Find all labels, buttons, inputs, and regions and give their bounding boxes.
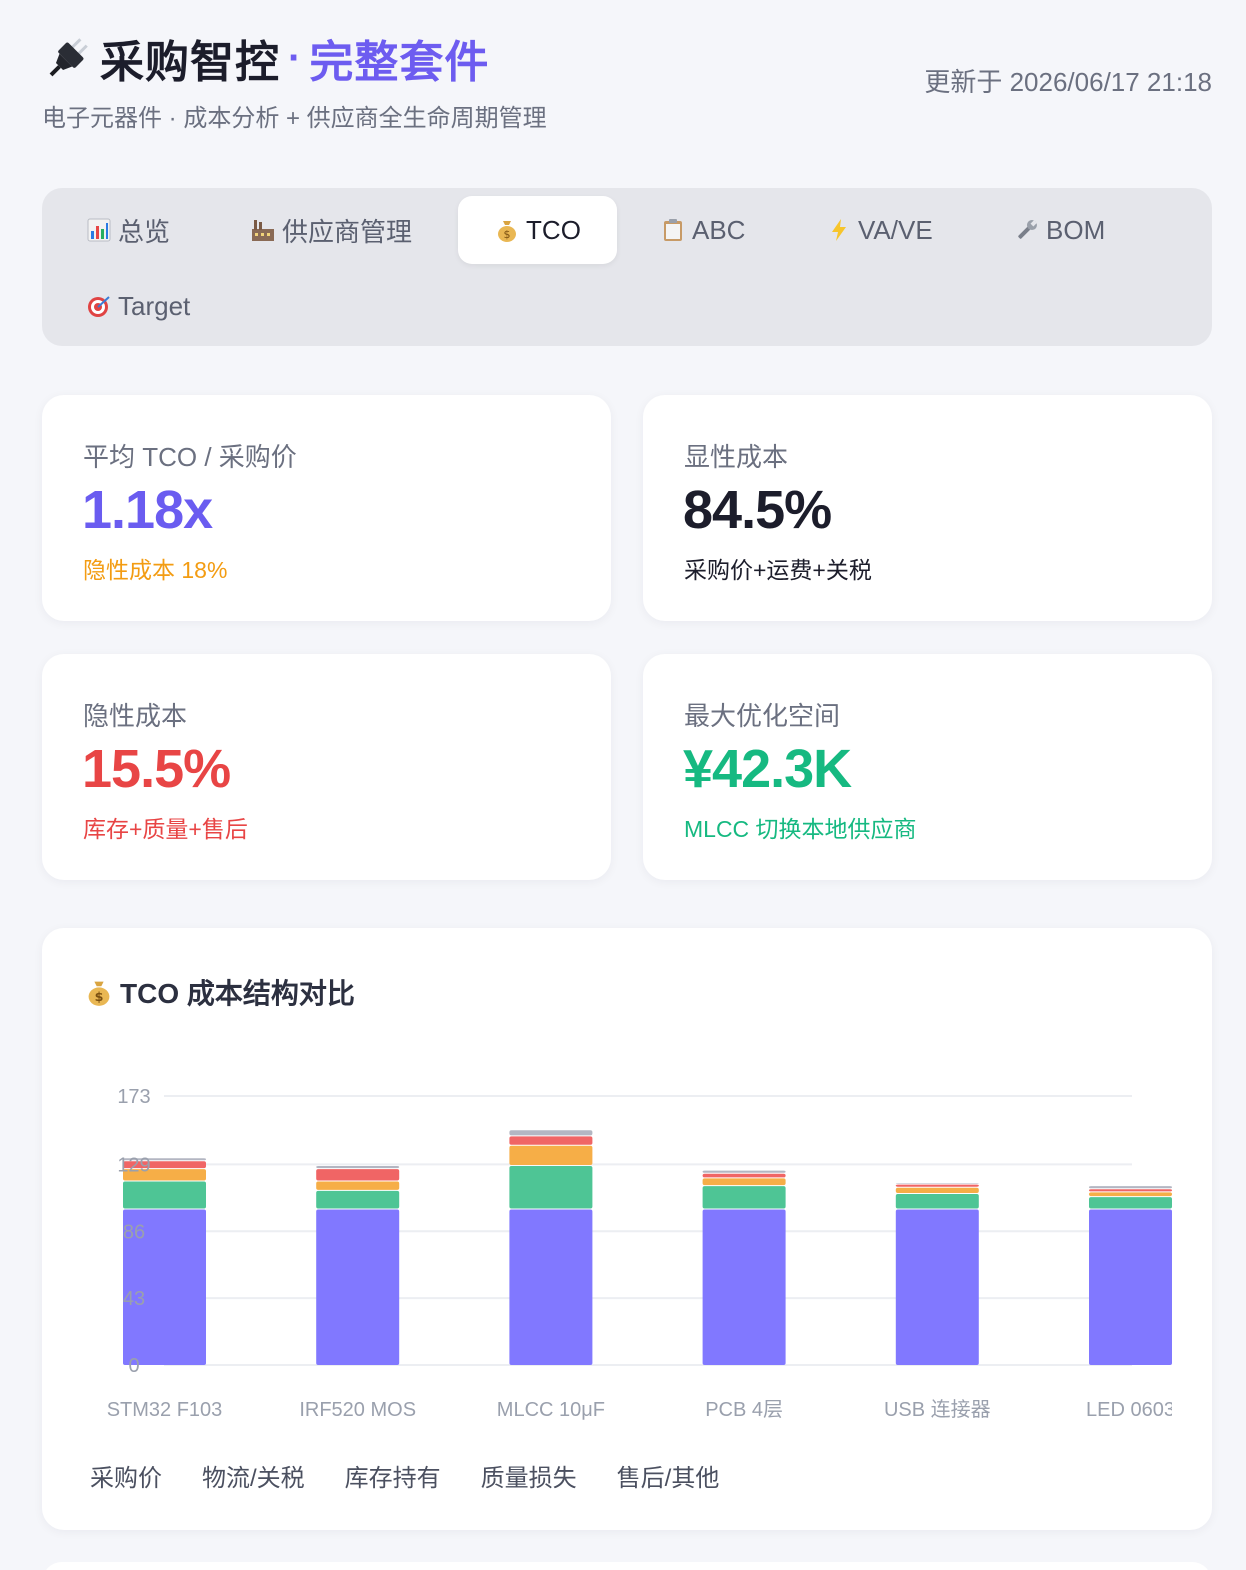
tab-label: 总览 [118,216,171,247]
kpi-value: 1.18x [82,480,213,540]
bar-segment[interactable] [702,1173,786,1178]
kpi-note: MLCC 切换本地供应商 [684,816,917,842]
x-tick-label: PCB 4层 [705,1399,783,1421]
tab-label: ABC [692,214,746,245]
x-tick-label: IRF520 MOS [299,1399,416,1421]
bar-segment[interactable] [316,1209,400,1365]
bar-segment[interactable] [1089,1189,1172,1192]
bar-segment[interactable] [509,1136,593,1145]
last-updated: 更新于 2026/06/17 21:18 [924,67,1212,97]
factory-icon [252,220,274,241]
tab-label: 供应商管理 [282,216,413,247]
tab-target[interactable]: Target [72,272,204,340]
kpi-label: 显性成本 [684,442,789,472]
kpi-note: 采购价+运费+关税 [684,557,872,583]
tab-label: VA/VE [858,214,933,245]
target-icon [88,296,110,317]
bar-segment[interactable] [1089,1186,1172,1189]
money-bag-icon: $ [498,221,517,242]
tab-overview[interactable]: 总览 [72,196,184,264]
kpi-value: 84.5% [683,480,832,540]
next-section-card [42,1562,1212,1570]
wrench-icon [1018,220,1037,239]
bar-segment[interactable] [702,1186,786,1209]
tab-label: BOM [1046,214,1106,245]
kpi-value: ¥42.3K [683,739,852,799]
app-subtitle: 电子元器件 · 成本分析 + 供应商全生命周期管理 [42,105,547,132]
bar-segment[interactable] [895,1209,979,1365]
tab-label: Target [118,290,191,321]
tco-chart-card: $ TCO 成本结构对比 STM32 F103 IRF520 MOS MLCC 10… [42,928,1212,1530]
bar-segment[interactable] [509,1209,593,1365]
tab-tco[interactable]: $ TCO [458,196,617,264]
bar-segment[interactable] [509,1145,593,1165]
x-tick-label: LED 0603 [1086,1399,1172,1421]
bar-segment[interactable] [895,1184,979,1187]
bar-segment[interactable] [1089,1197,1172,1209]
bar-segment[interactable] [316,1190,400,1209]
tab-bom[interactable]: BOM [1000,196,1119,264]
kpi-value: 15.5% [82,739,231,799]
kpi-label: 最大优化空间 [684,701,841,731]
clipboard-icon [664,219,682,241]
plug-icon [49,38,88,77]
kpi-card-hidden-cost: 隐性成本 15.5% 库存+质量+售后 [42,654,611,880]
bar-segment[interactable] [702,1209,786,1365]
y-tick-label: 86 [123,1221,145,1243]
bar-chart-icon [87,218,111,242]
kpi-label: 隐性成本 [83,701,188,731]
legend-item-aftersales[interactable]: 售后/其他 [617,1458,720,1493]
y-tick-label: 0 [128,1355,139,1377]
tab-abc[interactable]: ABC [646,196,759,264]
bar-segment[interactable] [316,1165,400,1169]
kpi-card-avg-tco: 平均 TCO / 采购价 1.18x 隐性成本 18% [42,395,611,621]
y-tick-label: 173 [117,1086,150,1108]
legend-item-quality[interactable]: 质量损失 [481,1458,577,1493]
bar-segment[interactable] [895,1183,979,1184]
bar-segment[interactable] [1089,1209,1172,1365]
bar-segment[interactable] [509,1165,593,1209]
x-tick-label: STM32 F103 [107,1399,223,1421]
bar-segment[interactable] [316,1181,400,1190]
bar-segment[interactable] [895,1193,979,1209]
bar-segment[interactable] [316,1169,400,1181]
bar-segment[interactable] [509,1130,593,1136]
x-tick-label: MLCC 10μF [497,1399,605,1421]
tab-suppliers[interactable]: 供应商管理 [236,196,426,264]
x-tick-label: USB 连接器 [884,1398,991,1421]
chart-legend: 采购价 物流/关税 库存持有 质量损失 售后/其他 [90,1458,759,1493]
app-header: 采购智控 · 完整套件 电子元器件 · 成本分析 + 供应商全生命周期管理 更新… [42,28,1212,138]
tco-stacked-bar-chart: STM32 F103 IRF520 MOS MLCC 10μF PCB 4层 USB 连… [107,1086,1172,1421]
tab-bar: 总览 供应商管理 $ TCO ABC VA/VE BOM Target [42,188,1212,346]
kpi-card-explicit-cost: 显性成本 84.5% 采购价+运费+关税 [643,395,1212,621]
bar-segment[interactable] [1089,1192,1172,1197]
lightning-icon [832,219,846,241]
bar-segment[interactable] [895,1187,979,1193]
kpi-label: 平均 TCO / 采购价 [83,442,297,472]
title-separator: · [288,35,302,80]
tab-label: TCO [526,214,581,245]
legend-item-logistics[interactable]: 物流/关税 [202,1458,305,1493]
y-tick-label: 43 [123,1288,145,1310]
bar-segment[interactable] [702,1170,786,1173]
kpi-card-max-savings: 最大优化空间 ¥42.3K MLCC 切换本地供应商 [643,654,1212,880]
kpi-note: 隐性成本 18% [83,557,228,583]
legend-item-inventory[interactable]: 库存持有 [345,1458,441,1493]
bar-segment[interactable] [702,1178,786,1186]
legend-item-purchase[interactable]: 采购价 [90,1458,162,1493]
tab-vave[interactable]: VA/VE [812,196,947,264]
bar-segment[interactable] [123,1181,206,1209]
kpi-note: 库存+质量+售后 [83,816,248,842]
y-tick-label: 129 [117,1154,150,1176]
app-suite-label: 完整套件 [309,38,490,87]
app-title: 采购智控 [100,38,280,87]
svg-text:$: $ [504,228,511,241]
